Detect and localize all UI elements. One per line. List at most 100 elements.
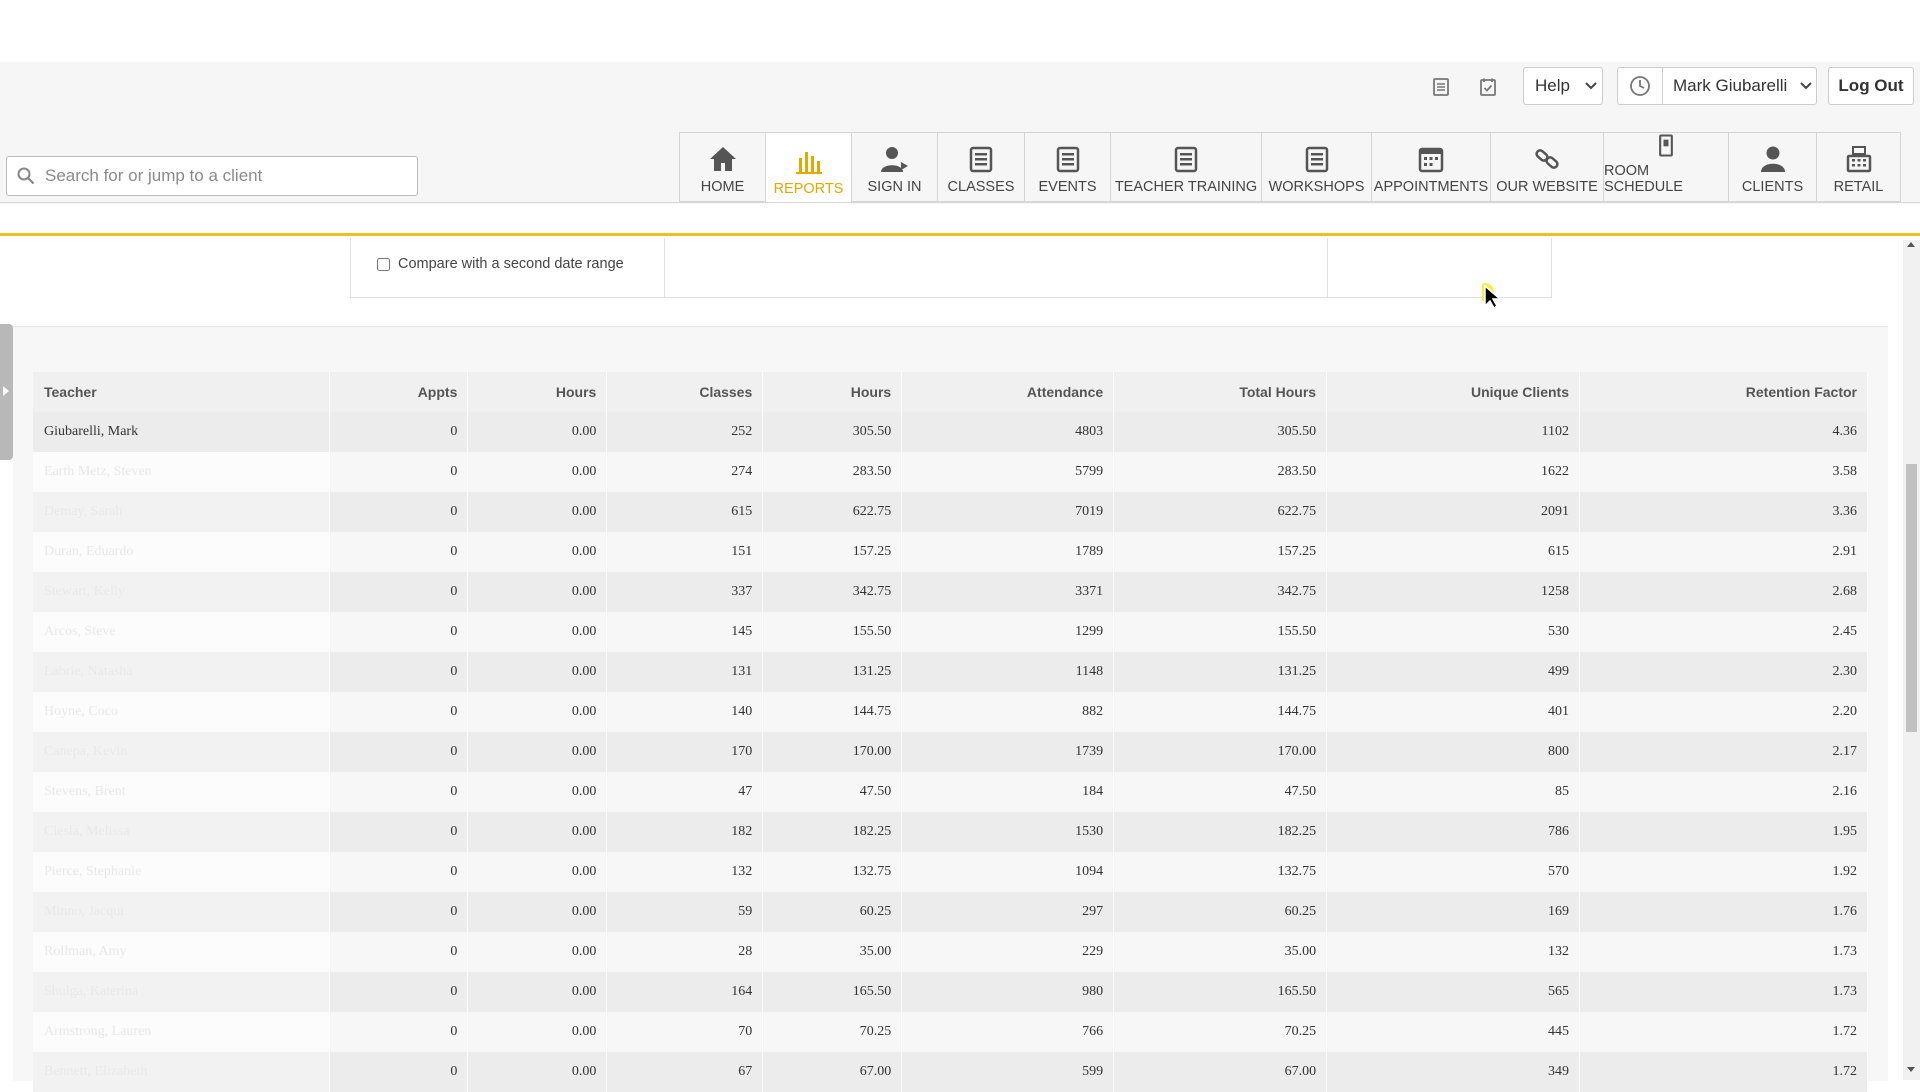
cell-class-hours: 342.75 <box>762 572 903 612</box>
nav-tab-appointments[interactable]: APPOINTMENTS <box>1372 132 1491 202</box>
cell-teacher-name[interactable]: Labrie, Natasha <box>33 652 331 692</box>
table-row[interactable]: Earth Metz, Steven 0 0.00 274 283.50 5799 283.… <box>33 452 1869 492</box>
clock-icon[interactable] <box>1618 68 1663 104</box>
calendar-icon <box>1305 146 1328 173</box>
search-input[interactable] <box>43 165 407 187</box>
table-row[interactable]: Hoyne, Coco 0 0.00 140 144.75 882 144.75 401 2.2… <box>33 692 1869 732</box>
nav-tab-sign-in[interactable]: SIGN IN <box>852 132 938 202</box>
nav-tab-home[interactable]: HOME <box>679 132 766 202</box>
cell-total-hours: 155.50 <box>1113 612 1328 652</box>
column-header-unique-clients[interactable]: Unique Clients <box>1326 372 1580 412</box>
cell-appts: 0 <box>329 1052 469 1092</box>
cell-teacher-name[interactable]: Rollman, Amy <box>33 932 331 972</box>
notes-icon[interactable] <box>1425 72 1457 102</box>
cell-attendance: 3371 <box>901 572 1115 612</box>
cell-appts: 0 <box>329 772 469 812</box>
column-header-classes[interactable]: Classes <box>606 372 764 412</box>
accent-rule <box>0 233 1920 236</box>
user-menu[interactable]: Mark Giubarelli <box>1617 67 1817 105</box>
home-icon <box>709 147 736 171</box>
column-header-attendance[interactable]: Attendance <box>901 372 1115 412</box>
cell-classes: 132 <box>606 852 764 892</box>
scrollbar-thumb[interactable] <box>1906 464 1917 732</box>
nav-tab-workshops[interactable]: WORKSHOPS <box>1262 132 1372 202</box>
table-row[interactable]: Labrie, Natasha 0 0.00 131 131.25 1148 131.25 4… <box>33 652 1869 692</box>
vertical-scrollbar[interactable] <box>1903 240 1920 1080</box>
cell-teacher-name[interactable]: Arcos, Steve <box>33 612 331 652</box>
cell-class-hours: 47.50 <box>762 772 903 812</box>
cell-class-hours: 165.50 <box>762 972 903 1012</box>
column-header-total-hours[interactable]: Total Hours <box>1113 372 1328 412</box>
nav-tab-clients[interactable]: CLIENTS <box>1729 132 1817 202</box>
cell-unique-clients: 1258 <box>1326 572 1580 612</box>
table-row[interactable]: Bennett, Elizabeth 0 0.00 67 67.00 599 67.00 34… <box>33 1052 1869 1092</box>
column-header-teacher[interactable]: Teacher <box>33 372 331 412</box>
cell-teacher-name[interactable]: Earth Metz, Steven <box>33 452 331 492</box>
appointment-calendar-icon <box>1418 147 1444 173</box>
cell-appts: 0 <box>329 1012 469 1052</box>
calendar-icon <box>1056 146 1079 173</box>
compare-date-range-option[interactable]: Compare with a second date range <box>377 256 624 272</box>
nav-tab-reports[interactable]: REPORTS <box>766 132 852 204</box>
cell-teacher-name[interactable]: Stevens, Brent <box>33 772 331 812</box>
logout-button[interactable]: Log Out <box>1828 67 1914 105</box>
column-header-appt-hours[interactable]: Hours <box>467 372 608 412</box>
cell-teacher-name[interactable]: Hoyne, Coco <box>33 692 331 732</box>
cell-teacher-name[interactable]: Giubarelli, Mark <box>33 412 331 452</box>
cell-classes: 274 <box>606 452 764 492</box>
table-row[interactable]: Canepa, Kevin 0 0.00 170 170.00 1739 170.00 800… <box>33 732 1869 772</box>
help-dropdown[interactable]: Help <box>1523 67 1603 105</box>
cell-total-hours: 144.75 <box>1113 692 1328 732</box>
cell-teacher-name[interactable]: Ciesla, Melissa <box>33 812 331 852</box>
cell-teacher-name[interactable]: Demay, Sarah <box>33 492 331 532</box>
chevron-down-icon <box>1800 82 1813 90</box>
scroll-up-arrow[interactable] <box>1907 242 1915 247</box>
cell-teacher-name[interactable]: Duran, Eduardo <box>33 532 331 572</box>
cell-teacher-name[interactable]: Minno, Jacqui <box>33 892 331 932</box>
table-row[interactable]: Pierce, Stephanie 0 0.00 132 132.75 1094 132.7… <box>33 852 1869 892</box>
column-header-appts[interactable]: Appts <box>329 372 469 412</box>
table-row[interactable]: Ciesla, Melissa 0 0.00 182 182.25 1530 182.25 7… <box>33 812 1869 852</box>
table-row[interactable]: Stevens, Brent 0 0.00 47 47.50 184 47.50 85 2.16 <box>33 772 1869 812</box>
logout-label: Log Out <box>1838 76 1904 95</box>
table-row[interactable]: Stewart, Kelly 0 0.00 337 342.75 3371 342.75 12… <box>33 572 1869 612</box>
cell-teacher-name[interactable]: Canepa, Kevin <box>33 732 331 772</box>
column-header-class-hours[interactable]: Hours <box>762 372 903 412</box>
nav-tab-room-schedule[interactable]: ROOM SCHEDULE <box>1604 132 1729 202</box>
cell-retention-factor: 2.17 <box>1579 732 1869 772</box>
table-row[interactable]: Demay, Sarah 0 0.00 615 622.75 7019 622.75 2091… <box>33 492 1869 532</box>
cell-teacher-name[interactable]: Shulga, Katerina <box>33 972 331 1012</box>
nav-tab-classes[interactable]: CLASSES <box>938 132 1025 202</box>
cell-appt-hours: 0.00 <box>467 412 608 452</box>
cell-appt-hours: 0.00 <box>467 572 608 612</box>
nav-label: CLIENTS <box>1741 179 1804 195</box>
cell-teacher-name[interactable]: Armstrong, Lauren <box>33 1012 331 1052</box>
table-row[interactable]: Minno, Jacqui 0 0.00 59 60.25 297 60.25 169 1.76 <box>33 892 1869 932</box>
table-row[interactable]: Arcos, Steve 0 0.00 145 155.50 1299 155.50 530 2… <box>33 612 1869 652</box>
nav-tab-our-website[interactable]: OUR WEBSITE <box>1491 132 1604 202</box>
cell-retention-factor: 2.16 <box>1579 772 1869 812</box>
cell-total-hours: 67.00 <box>1113 1052 1328 1092</box>
client-search[interactable] <box>6 156 418 196</box>
task-checklist-icon[interactable] <box>1472 72 1504 102</box>
nav-tab-events[interactable]: EVENTS <box>1025 132 1111 202</box>
main-nav: HOME REPORTS SIGN IN CLASSES EVENTS TEAC… <box>679 132 1901 204</box>
person-icon <box>1760 146 1785 172</box>
cell-teacher-name[interactable]: Pierce, Stephanie <box>33 852 331 892</box>
nav-tab-teacher-training[interactable]: TEACHER TRAINING <box>1111 132 1262 202</box>
cell-teacher-name[interactable]: Stewart, Kelly <box>33 572 331 612</box>
table-row[interactable]: Duran, Eduardo 0 0.00 151 157.25 1789 157.25 61… <box>33 532 1869 572</box>
sidebar-toggle[interactable] <box>0 324 13 460</box>
scroll-down-arrow[interactable] <box>1907 1067 1915 1072</box>
table-row[interactable]: Rollman, Amy 0 0.00 28 35.00 229 35.00 132 1.73 <box>33 932 1869 972</box>
cell-total-hours: 283.50 <box>1113 452 1328 492</box>
cell-retention-factor: 1.95 <box>1579 812 1869 852</box>
column-header-retention-factor[interactable]: Retention Factor <box>1579 372 1869 412</box>
cell-teacher-name[interactable]: Bennett, Elizabeth <box>33 1052 331 1092</box>
nav-tab-retail[interactable]: RETAIL <box>1817 132 1901 202</box>
table-row[interactable]: Armstrong, Lauren 0 0.00 70 70.25 766 70.25 445… <box>33 1012 1869 1052</box>
compare-checkbox[interactable] <box>377 257 390 271</box>
table-row[interactable]: Shulga, Katerina 0 0.00 164 165.50 980 165.50 5… <box>33 972 1869 1012</box>
cell-total-hours: 170.00 <box>1113 732 1328 772</box>
table-row[interactable]: Giubarelli, Mark 0 0.00 252 305.50 4803 305.50… <box>33 412 1869 452</box>
